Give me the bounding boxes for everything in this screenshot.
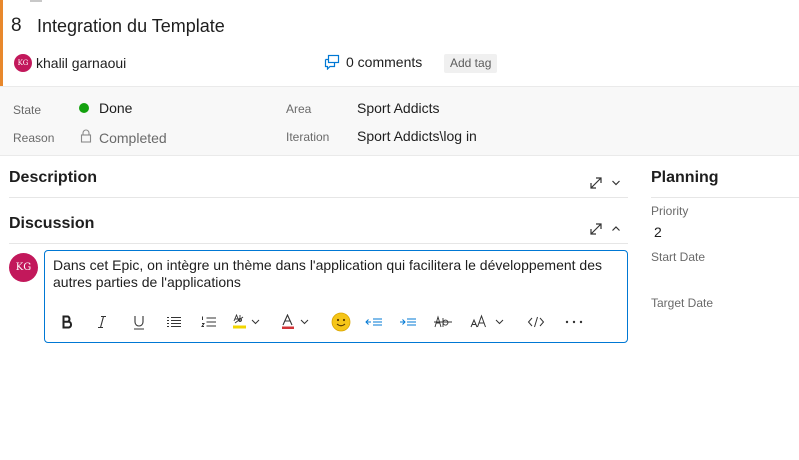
font-color-icon — [282, 314, 309, 329]
work-item-fields: State Done Reason Completed Area Sport A… — [0, 86, 799, 156]
numbered-list-button[interactable] — [199, 309, 219, 335]
planning-title[interactable]: Planning — [651, 169, 719, 187]
font-color-button[interactable] — [279, 309, 313, 335]
decrease-indent-button[interactable] — [363, 309, 385, 335]
font-size-icon — [470, 314, 504, 328]
description-title[interactable]: Description — [9, 169, 97, 187]
reason-value: Completed — [99, 130, 167, 146]
more-icon — [565, 320, 583, 324]
discussion-divider — [9, 243, 628, 244]
highlight-button[interactable] — [231, 309, 263, 335]
italic-button[interactable] — [92, 309, 112, 335]
font-size-button[interactable] — [469, 309, 509, 335]
comments-count: 0 comments — [346, 54, 423, 70]
state-value[interactable]: Done — [99, 100, 132, 116]
state-status-dot — [79, 103, 89, 113]
planning-divider — [651, 197, 799, 198]
emoji-button[interactable] — [329, 309, 353, 335]
code-icon — [527, 316, 545, 328]
area-label: Area — [286, 102, 312, 116]
target-date-label: Target Date — [651, 296, 714, 310]
more-options-button[interactable] — [562, 309, 586, 335]
chevron-up-icon[interactable] — [611, 224, 621, 234]
author-avatar: KG — [14, 54, 32, 72]
state-label: State — [13, 103, 42, 117]
work-item-title[interactable]: Integration du Template — [37, 16, 225, 37]
bold-icon — [62, 315, 73, 329]
bulleted-list-button[interactable] — [164, 309, 184, 335]
chevron-down-icon[interactable] — [611, 178, 621, 188]
iteration-value[interactable]: Sport Addicts\log in — [357, 128, 477, 144]
formatting-toolbar — [45, 309, 627, 335]
increase-indent-icon — [400, 318, 416, 326]
area-value[interactable]: Sport Addicts — [357, 100, 440, 116]
comment-draft-text[interactable]: Dans cet Epic, on intègre un thème dans … — [53, 257, 613, 291]
comment-editor[interactable]: Dans cet Epic, on intègre un thème dans … — [44, 250, 628, 343]
strikethrough-icon — [434, 315, 452, 328]
underline-icon — [134, 315, 144, 330]
commenter-avatar: KG — [9, 253, 38, 282]
code-button[interactable] — [525, 309, 547, 335]
discussion-title[interactable]: Discussion — [9, 215, 94, 233]
priority-label: Priority — [651, 204, 689, 218]
bulleted-list-icon — [167, 317, 181, 327]
numbered-list-icon — [201, 316, 216, 327]
bold-button[interactable] — [57, 309, 77, 335]
comments-icon — [324, 54, 340, 70]
description-divider — [9, 197, 628, 198]
underline-button[interactable] — [129, 309, 149, 335]
iteration-label: Iteration — [286, 130, 330, 144]
strikethrough-button[interactable] — [432, 309, 454, 335]
italic-icon — [98, 315, 106, 329]
lock-icon — [80, 129, 92, 143]
highlight-icon — [233, 314, 260, 329]
comments-link[interactable]: 0 comments — [324, 54, 422, 70]
work-item-id: 8 — [11, 15, 22, 36]
decrease-indent-icon — [365, 318, 382, 326]
start-date-label: Start Date — [651, 250, 706, 264]
expand-icon[interactable] — [589, 222, 603, 236]
reason-label: Reason — [13, 131, 55, 145]
emoji-icon — [331, 312, 351, 332]
work-item-header: 8 Integration du Template KG khalil garn… — [0, 0, 799, 86]
expand-icon[interactable] — [589, 176, 603, 190]
add-tag-button[interactable]: Add tag — [444, 54, 498, 73]
author-name[interactable]: khalil garnaoui — [36, 55, 126, 71]
increase-indent-button[interactable] — [397, 309, 419, 335]
priority-value[interactable]: 2 — [654, 224, 662, 240]
